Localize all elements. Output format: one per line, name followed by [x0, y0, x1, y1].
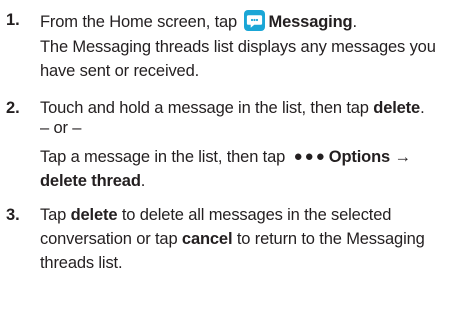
or-separator: – or –	[40, 119, 82, 137]
delete-label: delete	[70, 206, 118, 224]
messaging-app-icon	[243, 10, 265, 31]
step-text: conversation or tap	[40, 230, 182, 248]
step-number: 2.	[6, 99, 20, 117]
messaging-label: Messaging	[268, 13, 353, 31]
step-line: threads list.	[40, 254, 123, 272]
cancel-label: cancel	[181, 230, 233, 248]
step-line: Tap delete to delete all messages in the…	[40, 205, 391, 225]
step-text: From the Home screen, tap	[40, 13, 242, 31]
step-text: .	[420, 99, 425, 117]
step-line: Touch and hold a message in the list, th…	[40, 98, 425, 118]
step-line: delete thread.	[40, 171, 145, 191]
step-text: .	[352, 13, 357, 31]
step-text: to delete all messages in the selected	[117, 206, 392, 224]
step-line: conversation or tap cancel to return to …	[40, 229, 425, 249]
more-options-icon: ●●●	[293, 148, 327, 165]
step-line: have sent or received.	[40, 62, 200, 80]
step-number: 1.	[6, 11, 20, 29]
step-text: to return to the Messaging	[232, 230, 425, 248]
delete-thread-label: delete thread	[40, 172, 141, 190]
step-line: The Messaging threads list displays any …	[40, 38, 436, 56]
step-text: Touch and hold a message in the list, th…	[40, 99, 374, 117]
step-line: Tap a message in the list, then tap ●●● O…	[40, 147, 411, 167]
step-text: Tap	[40, 206, 71, 224]
step-number: 3.	[6, 206, 20, 224]
step-line: From the Home screen, tap Messaging.	[40, 10, 357, 32]
step-text: .	[140, 172, 146, 190]
delete-label: delete	[373, 99, 421, 117]
instruction-page: 1. From the Home screen, tap Messaging. …	[0, 0, 470, 314]
options-label: Options →	[328, 148, 411, 166]
step-text: Tap a message in the list, then tap	[40, 148, 290, 166]
